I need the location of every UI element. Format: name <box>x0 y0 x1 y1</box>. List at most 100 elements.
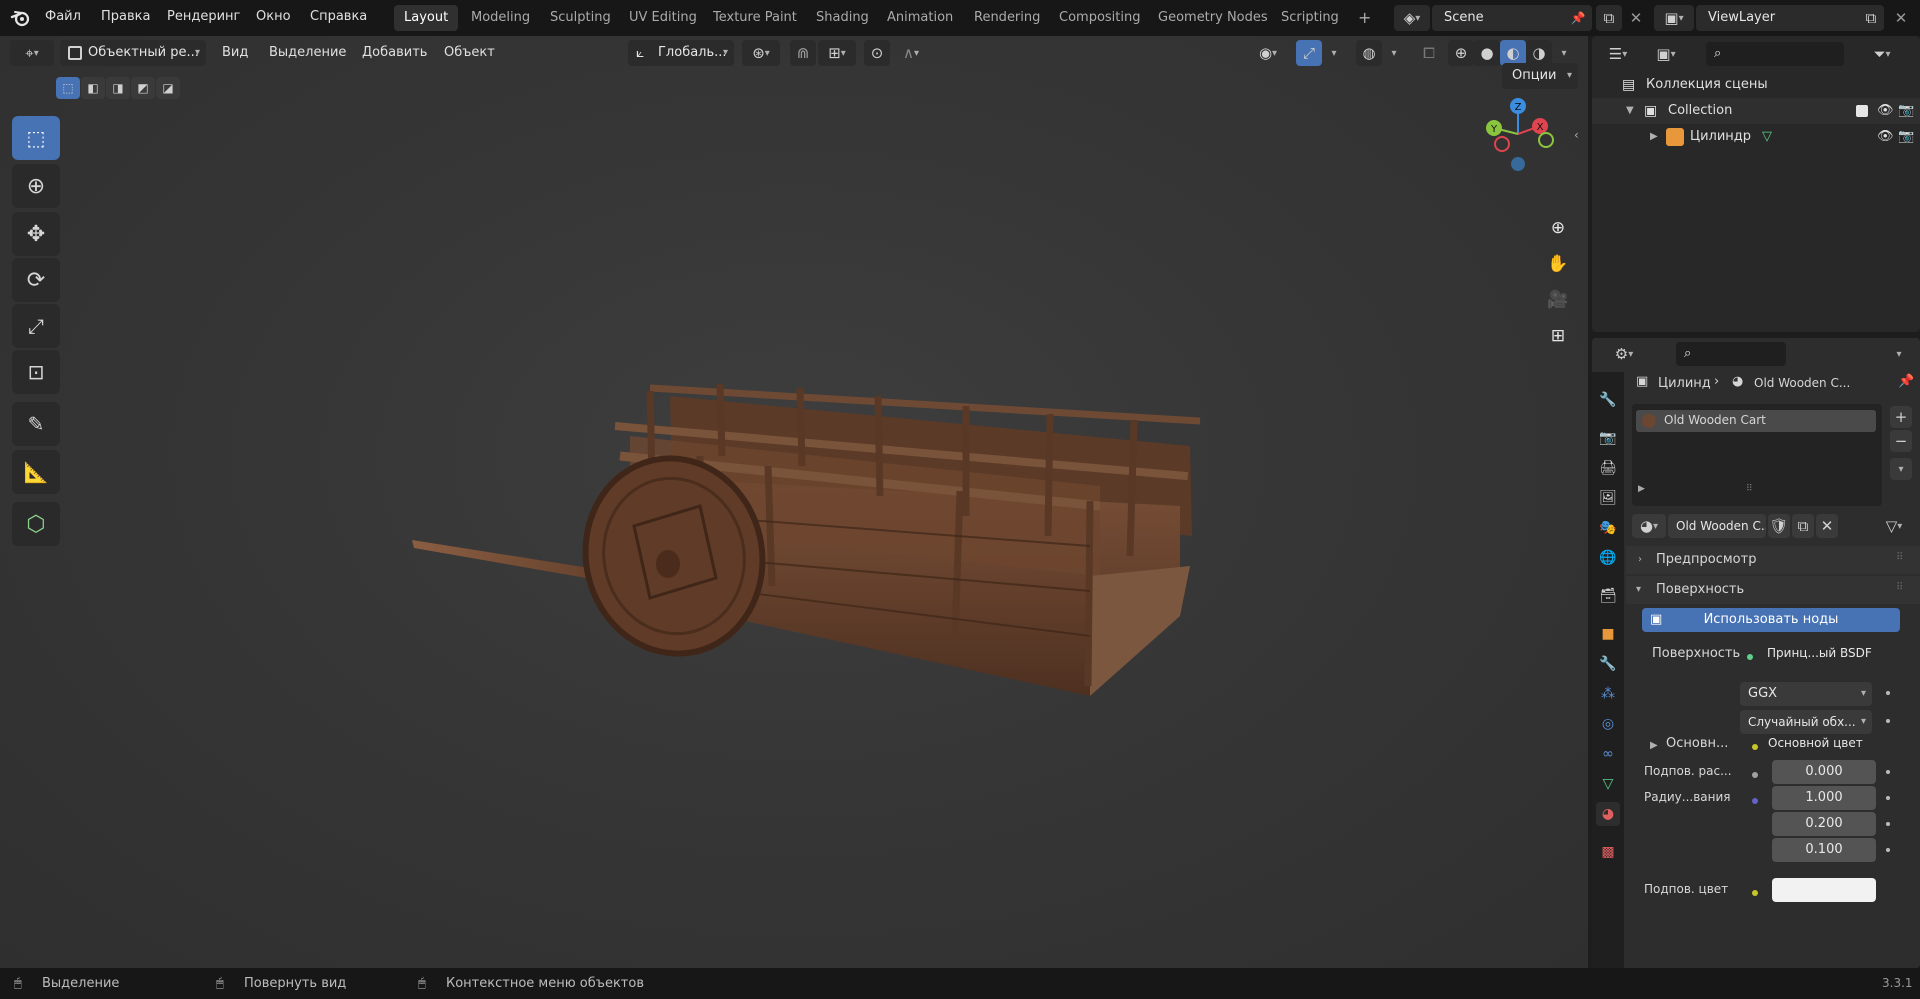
surface-shader-value[interactable]: Принц...ый BSDF <box>1767 646 1872 660</box>
tab-compositing[interactable]: Compositing <box>1049 5 1151 31</box>
tool-tab-icon[interactable]: 🔧 <box>1596 388 1620 412</box>
tool-move[interactable]: ✥ <box>12 212 60 256</box>
radius-x-field[interactable]: 1.000 <box>1772 786 1876 810</box>
menu-window[interactable]: Окно <box>256 9 291 24</box>
outliner-row-collection[interactable]: ▼ ▣ Collection 👁 📷 <box>1592 98 1920 124</box>
select-mode-new-icon[interactable]: ⬚ <box>56 77 80 99</box>
outliner-filter-icon[interactable]: ⏷ ▾ <box>1862 42 1902 66</box>
use-nodes-button[interactable]: ▣ Использовать ноды <box>1642 608 1900 632</box>
outliner-row-object[interactable]: ▶ Цилиндр ▽ 👁 📷 <box>1592 124 1920 150</box>
expand-arrow-icon[interactable]: ▼ <box>1626 98 1634 124</box>
remove-material-slot-button[interactable]: − <box>1890 430 1912 452</box>
properties-editor-type-icon[interactable]: ⚙ ▾ <box>1604 342 1644 366</box>
blender-logo-icon[interactable] <box>10 8 32 28</box>
tool-add-cube[interactable]: ⬡ <box>12 502 60 546</box>
pivot-point-icon[interactable]: ⊛ ▾ <box>742 40 780 66</box>
data-tab-icon[interactable]: ▽ <box>1596 772 1620 796</box>
proportional-edit-icon[interactable]: ⊙ <box>864 40 890 66</box>
keyframe-dot[interactable] <box>1886 796 1890 800</box>
keyframe-dot[interactable] <box>1886 719 1890 723</box>
tab-animation[interactable]: Animation <box>877 5 963 31</box>
options-dropdown[interactable]: Опции ▾ <box>1502 63 1578 89</box>
viewport-menu-add[interactable]: Добавить <box>362 45 427 60</box>
particles-tab-icon[interactable]: ⁂ <box>1596 682 1620 706</box>
outliner[interactable]: ☰ ▾ ▣ ▾ ⌕ ⏷ ▾ ▤ Коллекция сцены ▼ ▣ Collect… <box>1592 36 1920 332</box>
keyframe-dot[interactable] <box>1886 691 1890 695</box>
wooden-cart-model[interactable] <box>400 316 1220 816</box>
tab-rendering[interactable]: Rendering <box>964 5 1050 31</box>
view-layer-field[interactable]: ViewLayer <box>1696 5 1866 31</box>
falloff-icon[interactable]: ∧ ▾ <box>892 40 930 66</box>
material-name-field[interactable]: Old Wooden C... <box>1668 514 1766 538</box>
camera-icon[interactable]: 🎥 <box>1542 284 1574 316</box>
modifier-tab-icon[interactable]: 🔧 <box>1596 652 1620 676</box>
xray-icon[interactable]: ⧠ <box>1416 40 1442 66</box>
material-slot-list[interactable]: Old Wooden Cart ▶ ⠿ <box>1632 404 1882 506</box>
visibility-icon[interactable]: ◉ ▾ <box>1248 40 1288 66</box>
expand-arrow-icon[interactable]: ▶ <box>1650 124 1658 150</box>
viewport-menu-object[interactable]: Объект <box>444 45 495 60</box>
world-tab-icon[interactable]: 🌐 <box>1596 546 1620 570</box>
tool-select-box[interactable]: ⬚ <box>12 116 60 160</box>
subsurface-method-dropdown[interactable]: Случайный обх... ▾ <box>1740 710 1872 734</box>
surface-panel-header[interactable]: ▾ Поверхность ⠿ <box>1626 576 1920 604</box>
output-tab-icon[interactable]: 🖨 <box>1596 456 1620 480</box>
subsurface-value-field[interactable]: 0.000 <box>1772 760 1876 784</box>
menu-render[interactable]: Рендеринг <box>167 9 240 24</box>
overlay-icon[interactable]: ◍ <box>1356 40 1382 66</box>
outliner-row-scene-collection[interactable]: ▤ Коллекция сцены <box>1592 72 1920 98</box>
navigation-gizmo[interactable]: Z X Y <box>1476 94 1556 176</box>
collapse-sidebar-icon[interactable]: ‹ <box>1574 128 1579 142</box>
distribution-dropdown[interactable]: GGX ▾ <box>1740 682 1872 706</box>
pan-hand-icon[interactable]: ✋ <box>1542 248 1574 280</box>
select-mode-intersect-icon[interactable]: ◪ <box>156 77 180 99</box>
drag-handle-icon[interactable]: ⠿ <box>1896 582 1903 593</box>
pin-icon[interactable]: 📌 <box>1898 374 1914 389</box>
scene-selector-icon[interactable]: ◈ ▾ <box>1394 5 1430 31</box>
material-slot-row[interactable]: Old Wooden Cart <box>1636 410 1876 432</box>
render-camera-icon[interactable]: 📷 <box>1898 124 1914 150</box>
shading-solid-icon[interactable]: ● <box>1474 40 1500 66</box>
menu-edit[interactable]: Правка <box>101 9 150 24</box>
radius-y-field[interactable]: 0.200 <box>1772 812 1876 836</box>
constraints-tab-icon[interactable]: ∞ <box>1596 742 1620 766</box>
keyframe-dot[interactable] <box>1886 822 1890 826</box>
browse-material-icon[interactable]: ◕ ▾ <box>1632 514 1666 538</box>
outliner-display-mode-icon[interactable]: ▣ ▾ <box>1646 42 1686 66</box>
tab-scripting[interactable]: Scripting <box>1271 5 1349 31</box>
keyframe-dot[interactable] <box>1886 770 1890 774</box>
outliner-search-input[interactable]: ⌕ <box>1706 42 1844 66</box>
select-mode-extend-icon[interactable]: ◧ <box>81 77 105 99</box>
tool-annotate[interactable]: ✎ <box>12 402 60 446</box>
preview-panel-header[interactable]: › Предпросмотр ⠿ <box>1626 546 1920 574</box>
drag-handle-icon[interactable]: ⠿ <box>1896 552 1903 563</box>
viewport-menu-select[interactable]: Выделение <box>269 45 346 60</box>
select-mode-invert-icon[interactable]: ◩ <box>131 77 155 99</box>
physics-tab-icon[interactable]: ◎ <box>1596 712 1620 736</box>
tab-sculpting[interactable]: Sculpting <box>540 5 621 31</box>
transform-orientation-dropdown[interactable]: ⟀ Глобаль... ▾ <box>628 40 734 66</box>
properties-search-input[interactable]: ⌕ <box>1676 342 1786 366</box>
base-color-value[interactable]: Основной цвет <box>1768 736 1863 750</box>
render-tab-icon[interactable]: 📷 <box>1596 426 1620 450</box>
tool-measure[interactable]: 📐 <box>12 450 60 494</box>
add-material-slot-button[interactable]: + <box>1890 406 1912 428</box>
new-scene-icon[interactable]: ⧉ <box>1596 5 1622 31</box>
render-camera-icon[interactable]: 📷 <box>1898 98 1914 124</box>
expand-arrow-icon[interactable]: ▶ <box>1650 740 1658 751</box>
tab-layout[interactable]: Layout <box>394 5 459 31</box>
tab-uv-editing[interactable]: UV Editing <box>619 5 707 31</box>
list-expand-icon[interactable]: ▶ <box>1638 484 1645 494</box>
texture-tab-icon[interactable]: ▩ <box>1596 840 1620 864</box>
collection-tab-icon[interactable]: 🗃 <box>1596 584 1620 608</box>
keyframe-dot[interactable] <box>1886 848 1890 852</box>
mode-dropdown[interactable]: Объектный ре... ▾ <box>60 40 206 66</box>
visibility-eye-icon[interactable]: 👁 <box>1877 124 1894 150</box>
radius-z-field[interactable]: 0.100 <box>1772 838 1876 862</box>
tab-shading[interactable]: Shading <box>806 5 879 31</box>
subsurface-color-swatch[interactable] <box>1772 878 1876 902</box>
tool-cursor[interactable]: ⊕ <box>12 164 60 208</box>
unlink-material-icon[interactable]: ✕ <box>1816 514 1838 538</box>
list-resize-handle[interactable]: ⠿ <box>1746 484 1753 494</box>
delete-view-layer-icon[interactable]: ✕ <box>1888 5 1914 31</box>
